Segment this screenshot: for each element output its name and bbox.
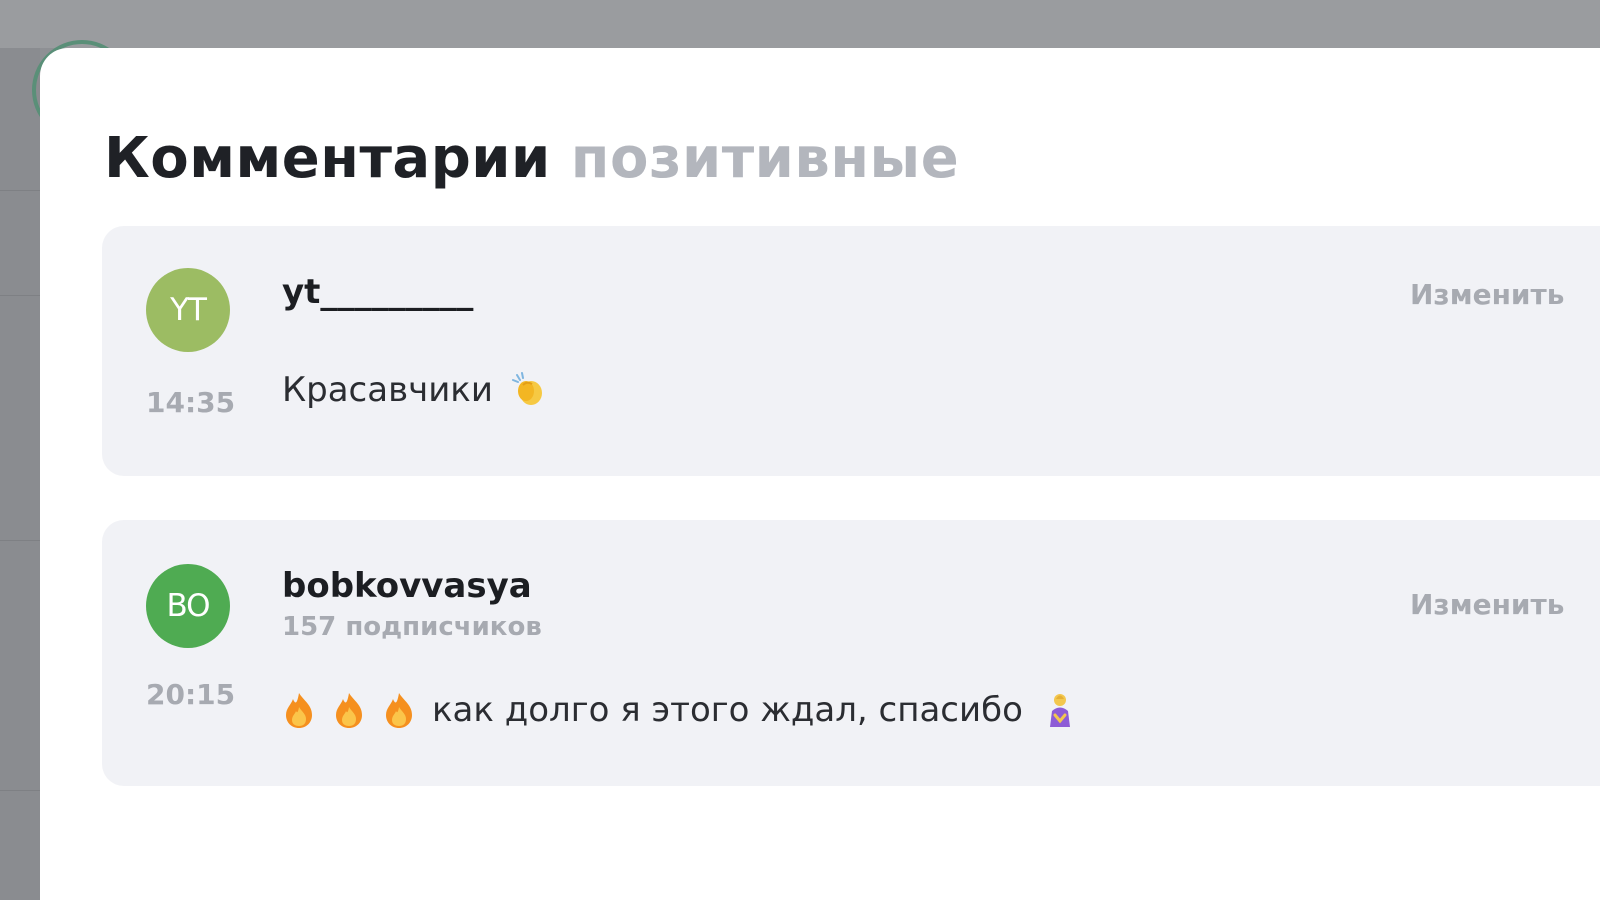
comment-card: BO 20:15 bobkovvasya 157 подписчиков Изм…: [102, 520, 1600, 786]
comment-text: как долго я этого ждал, спасибо: [282, 690, 1077, 730]
background-topbar: [0, 0, 1600, 48]
modal-title: Комментарии позитивные: [104, 126, 959, 191]
edit-button[interactable]: Изменить: [1410, 278, 1564, 311]
clapping-hands-icon: [511, 371, 545, 409]
fire-icon: [332, 691, 366, 729]
avatar[interactable]: YT: [146, 268, 230, 352]
background-divider: [0, 190, 40, 191]
fire-icon: [282, 691, 316, 729]
background-divider: [0, 790, 40, 791]
person-bowing-icon: [1043, 691, 1077, 729]
title-filter: позитивные: [570, 126, 960, 191]
comment-time: 20:15: [146, 678, 236, 711]
avatar[interactable]: BO: [146, 564, 230, 648]
title-main: Комментарии: [104, 126, 551, 191]
background-divider: [0, 295, 40, 296]
background-sidebar: [0, 48, 40, 900]
username[interactable]: bobkovvasya: [282, 566, 532, 606]
background-divider: [0, 540, 40, 541]
comment-body: как долго я этого ждал, спасибо: [432, 690, 1023, 730]
comment-time: 14:35: [146, 386, 236, 419]
username[interactable]: yt_________: [282, 272, 473, 312]
subscriber-count: 157 подписчиков: [282, 612, 542, 642]
comments-modal: Комментарии позитивные YT 14:35 yt______…: [40, 48, 1600, 900]
comment-text: Красавчики: [282, 370, 545, 410]
fire-icon: [382, 691, 416, 729]
edit-button[interactable]: Изменить: [1410, 588, 1564, 621]
comment-card: YT 14:35 yt_________ Изменить Красавчики: [102, 226, 1600, 476]
comment-body: Красавчики: [282, 370, 493, 410]
